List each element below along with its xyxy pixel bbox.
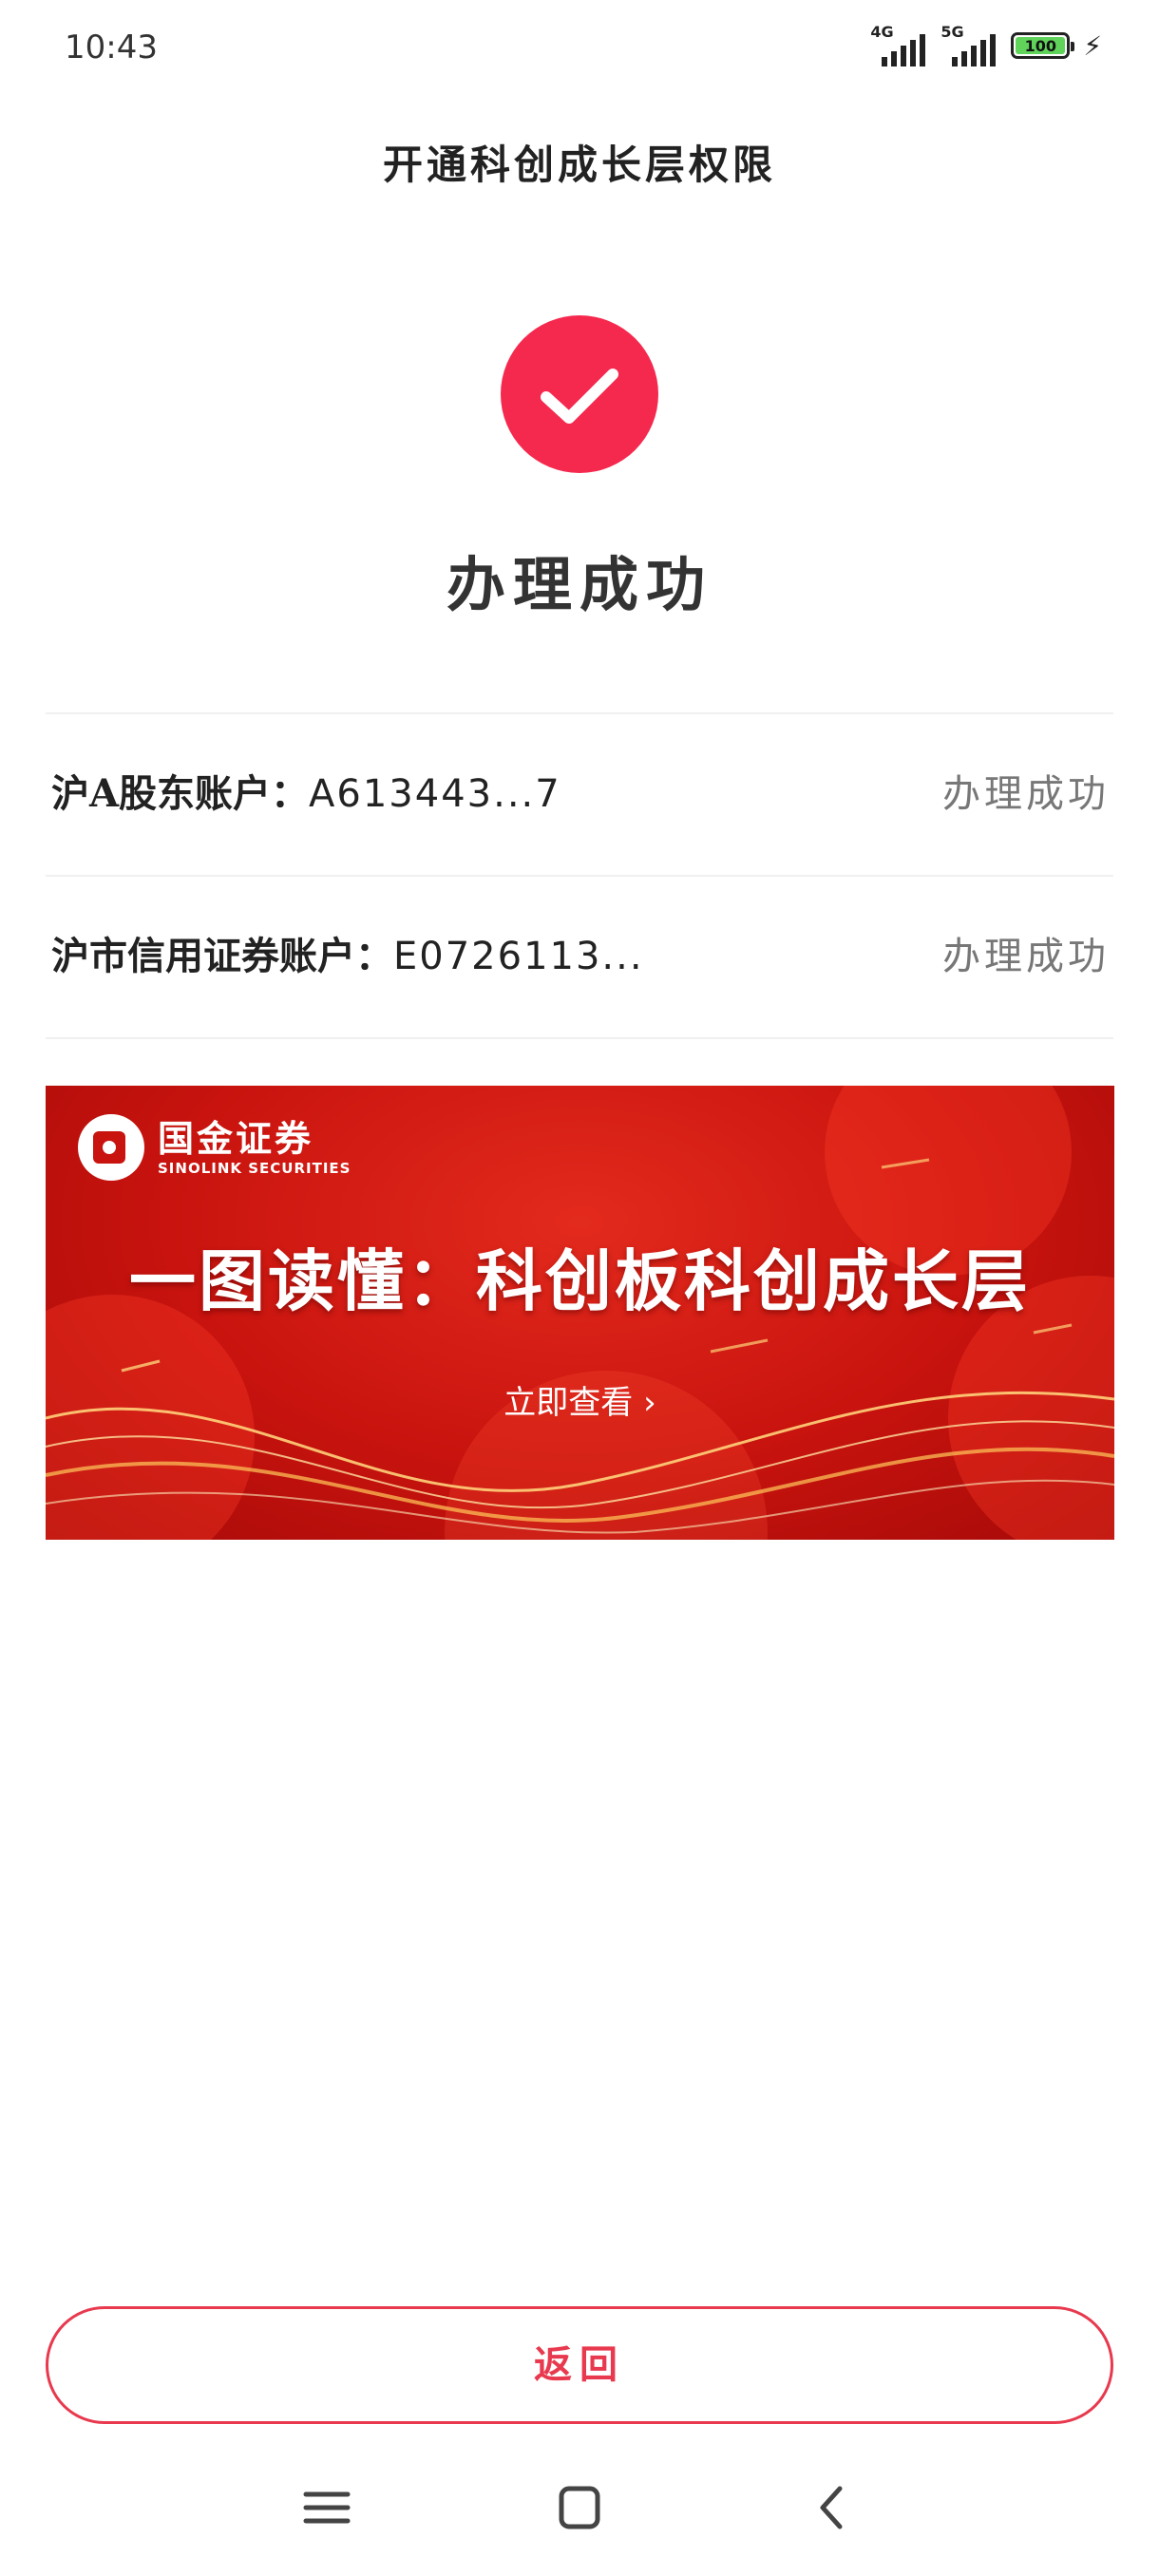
account-label-text: 沪市信用证券账户： [51,934,393,978]
account-number: A613443...7 [309,772,561,816]
account-number: E0726113... [393,935,644,978]
page-title: 开通科创成长层权限 [382,142,776,188]
promo-banner[interactable]: 国金证券 SINOLINK SECURITIES 一图读懂：科创板科创成长层 立… [46,1086,1114,1540]
success-title: 办理成功 [446,550,712,619]
brand-name-cn: 国金证券 [158,1118,314,1160]
success-check-icon [501,315,658,473]
battery-icon: 100 [1011,32,1075,59]
charging-icon: ⚡ [1083,29,1102,62]
back-icon[interactable] [798,2479,864,2536]
sinolink-logo-icon [78,1114,144,1181]
divider [46,1037,1113,1039]
account-row-sh-a: 沪A股东账户：A613443...7 办理成功 [46,713,1113,875]
menu-icon[interactable] [294,2479,361,2536]
brand-name-en: SINOLINK SECURITIES [158,1160,352,1177]
account-label: 沪市信用证券账户：E0726113... [51,876,644,1037]
account-label-text: 沪A股东账户： [51,771,310,816]
system-nav-bar [0,2460,1159,2555]
status-time: 10:43 [65,28,158,66]
banner-headline: 一图读懂：科创板科创成长层 [129,1241,1031,1320]
signal-5g-icon: 5G [940,23,998,68]
account-status: 办理成功 [942,935,1110,978]
account-label: 沪A股东账户：A613443...7 [51,713,561,875]
brand-logo: 国金证券 SINOLINK SECURITIES [78,1114,351,1181]
battery-level: 100 [1016,37,1066,55]
home-icon[interactable] [546,2479,613,2536]
account-row-sh-credit: 沪市信用证券账户：E0726113... 办理成功 [46,876,1113,1037]
return-button[interactable]: 返回 [46,2306,1113,2424]
screen: 10:43 4G 5G 100 ⚡ 开通科创成长层权限 办理成功 沪A股东账户：… [0,0,1159,2576]
account-status: 办理成功 [942,772,1110,816]
banner-view-now-link[interactable]: 立即查看 › [46,1376,1114,1423]
signal-4g-icon: 4G [870,23,927,68]
status-icons: 4G 5G 100 ⚡ [870,23,1102,68]
